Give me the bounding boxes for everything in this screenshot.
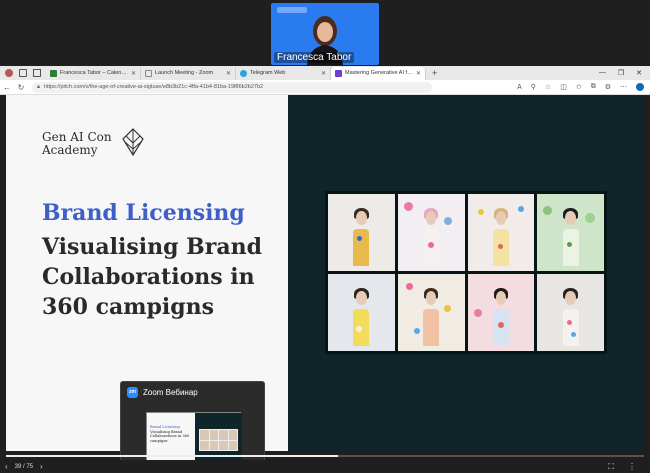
tab-label: Telegram Web (250, 70, 286, 76)
url-text: https://pitch.com/v/the-age-of-creative-… (43, 84, 264, 90)
fashion-image-grid (325, 191, 607, 354)
browser-tab-strip: Francesca Tabor – Calendar - Wo ✕ Launch… (0, 66, 650, 80)
thumb-heading: Visualising Brand Collaborations in 360 … (150, 429, 190, 443)
tab-label: Launch Meeting - Zoom (155, 70, 214, 76)
speaker-video[interactable]: Francesca Tabor (271, 3, 379, 65)
tab-label: Francesca Tabor – Calendar - Wo (60, 70, 128, 76)
presentation-controls: ‹ 39 / 75 › ⛶ ⋮ (0, 460, 650, 473)
tab-label: Mastering Generative AI for Bus (345, 70, 413, 76)
screen: Francesca Tabor Francesca Tabor – Calend… (0, 0, 650, 473)
refresh-icon[interactable]: ↻ (14, 83, 28, 92)
fashion-image (328, 194, 395, 271)
tab-calendar[interactable]: Francesca Tabor – Calendar - Wo ✕ (46, 66, 141, 80)
profile-icon[interactable] (5, 69, 13, 77)
close-icon[interactable]: ✕ (416, 70, 421, 77)
address-bar: ← ↻ 🔒︎ https://pitch.com/v/the-age-of-cr… (0, 80, 650, 95)
progress-fill (6, 455, 338, 457)
zoom-popup-title: Zoom Вебинар (143, 388, 198, 397)
telegram-icon (240, 69, 247, 77)
academy-logo-text: Gen AI Con Academy (42, 131, 112, 157)
speaker-name: Francesca Tabor (274, 52, 355, 63)
page-icon (145, 69, 152, 77)
close-window-icon[interactable]: ✕ (636, 69, 642, 77)
fashion-image (397, 194, 465, 271)
tab-zoom[interactable]: Launch Meeting - Zoom ✕ (141, 66, 236, 80)
leaf-logo-icon (122, 128, 144, 156)
url-field[interactable]: 🔒︎ https://pitch.com/v/the-age-of-creati… (32, 81, 432, 93)
thumb-image-grid (199, 429, 238, 451)
favorite-icon[interactable]: ☆ (545, 83, 551, 91)
fashion-image (467, 274, 535, 351)
fashion-image (467, 194, 535, 271)
page-counter: 39 / 75 (14, 463, 34, 470)
favorites-icon[interactable]: ✩ (576, 83, 582, 91)
close-icon[interactable]: ✕ (226, 70, 231, 77)
more-icon[interactable]: ⋯ (620, 83, 627, 91)
back-icon[interactable]: ← (0, 83, 14, 92)
next-slide-button[interactable]: › (35, 462, 48, 471)
more-options-icon[interactable]: ⋮ (628, 462, 636, 472)
presentation-progress[interactable] (6, 455, 644, 457)
heading-line: 360 campigns (42, 294, 215, 320)
slide-right-panel (288, 95, 644, 451)
prev-slide-button[interactable]: ‹ (0, 462, 13, 471)
academy-line-2: Academy (42, 143, 98, 157)
minimize-icon[interactable]: — (599, 69, 606, 77)
close-icon[interactable]: ✕ (321, 70, 326, 77)
background-logo (277, 7, 307, 13)
tab-actions-icon[interactable] (33, 69, 41, 77)
split-screen-icon[interactable]: ◫ (560, 83, 567, 91)
new-tab-button[interactable]: + (426, 68, 443, 78)
heading-line: Collaborations in (42, 264, 255, 290)
fashion-image (537, 194, 604, 271)
fashion-image (537, 274, 604, 351)
zoom-icon[interactable]: ⚲ (531, 83, 536, 91)
close-icon[interactable]: ✕ (131, 70, 136, 77)
tab-telegram[interactable]: Telegram Web ✕ (236, 66, 331, 80)
heading-brand-licensing: Brand Licensing (42, 200, 245, 226)
collections-icon[interactable]: ⧉ (591, 83, 596, 91)
restore-icon[interactable]: ❐ (618, 69, 624, 77)
zoom-logo-icon: zm (127, 387, 138, 398)
copilot-icon[interactable] (636, 83, 644, 91)
fashion-image (397, 274, 465, 351)
tab-pitch[interactable]: Mastering Generative AI for Bus ✕ (331, 66, 426, 80)
calendar-icon (50, 69, 57, 77)
fullscreen-icon[interactable]: ⛶ (608, 462, 614, 472)
heading-main: Visualising Brand Collaborations in 360 … (42, 232, 262, 322)
pitch-icon (335, 69, 342, 77)
extension-icon[interactable]: ⚙ (605, 83, 611, 91)
workspaces-icon[interactable] (19, 69, 27, 77)
heading-line: Visualising Brand (42, 234, 262, 260)
lock-icon: 🔒︎ (37, 83, 40, 90)
read-aloud-icon[interactable]: A (517, 84, 522, 91)
fashion-image (328, 274, 395, 351)
